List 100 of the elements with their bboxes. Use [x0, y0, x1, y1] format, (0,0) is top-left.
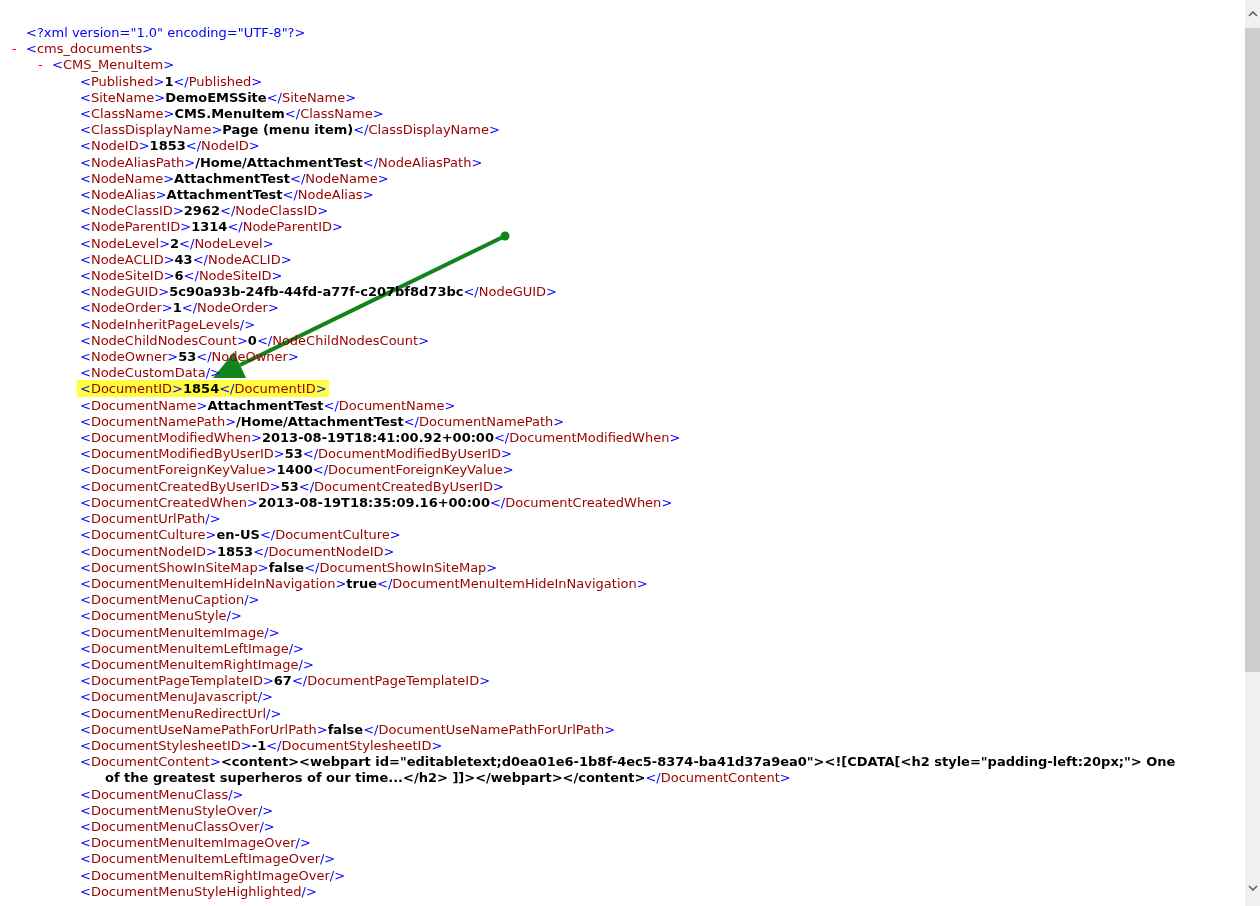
- xml-tag: <DocumentNamePath>: [80, 413, 237, 429]
- element-value: 1: [164, 73, 174, 89]
- xml-tag: <DocumentMenuClass/>: [80, 786, 244, 802]
- xml-tag: </NodeAliasPath>: [362, 154, 483, 170]
- xml-tag: <DocumentMenuStyle/>: [80, 608, 242, 624]
- xml-tag: <NodeACLID>: [80, 251, 175, 267]
- xml-tag: <SiteName>: [80, 89, 166, 105]
- xml-tag: <DocumentUrlPath/>: [80, 511, 221, 527]
- xml-tag: <NodeClassID>: [80, 203, 184, 219]
- element-value: true: [346, 575, 377, 591]
- xml-tag: </NodeParentID>: [227, 219, 343, 235]
- element-value: 6: [174, 268, 184, 284]
- xml-tag: <NodeAliasPath>: [80, 154, 196, 170]
- xml-tag: </DocumentStylesheetID>: [266, 737, 443, 753]
- xml-tag: </DocumentCreatedByUserID>: [298, 478, 504, 494]
- xml-tag: <DocumentCulture>: [80, 527, 217, 543]
- element-value: false: [268, 559, 305, 575]
- element-value: AttachmentTest: [166, 187, 283, 203]
- xml-tag: </DocumentMenuItemHideInNavigation>: [377, 575, 648, 591]
- xml-tag: <NodeLevel>: [80, 235, 171, 251]
- element-value: 2013-08-19T18:35:09.16+00:00: [257, 494, 490, 510]
- collapse-toggle[interactable]: -: [38, 57, 52, 74]
- scroll-up-icon[interactable]: [1247, 11, 1258, 17]
- scrollbar[interactable]: [1245, 0, 1260, 906]
- xml-tag: <cms_documents>: [26, 41, 154, 58]
- xml-tag: <ClassDisplayName>: [80, 122, 223, 138]
- xml-tag: </NodeLevel>: [179, 235, 274, 251]
- xml-tag: </DocumentForeignKeyValue>: [312, 462, 514, 478]
- xml-tag: </NodeID>: [185, 138, 260, 154]
- xml-tag: <DocumentContent>: [80, 754, 221, 770]
- xml-tag: <NodeOrder>: [80, 300, 173, 316]
- element-value: CMS.MenuItem: [174, 106, 285, 121]
- xml-tag: <DocumentMenuClassOver/>: [80, 818, 275, 834]
- scroll-down-icon[interactable]: [1247, 885, 1258, 891]
- xml-tag: <DocumentMenuItemLeftImage/>: [80, 640, 304, 656]
- xml-tag: <DocumentMenuJavascript/>: [80, 689, 273, 705]
- xml-tag: <DocumentCreatedWhen>: [80, 494, 258, 510]
- xml-tag: </DocumentName>: [323, 397, 456, 413]
- element-value: Page (menu item): [222, 122, 354, 138]
- element-value: false: [327, 721, 364, 737]
- xml-tag: <DocumentModifiedWhen>: [80, 430, 262, 446]
- xml-tag: </DocumentShowInSiteMap>: [304, 559, 498, 575]
- element-value: 53: [280, 478, 299, 494]
- xml-tag: </ClassName>: [284, 106, 384, 121]
- element-value: 1400: [276, 462, 313, 478]
- xml-tag: <DocumentMenuItemHideInNavigation>: [80, 575, 347, 591]
- element-value: -1: [251, 737, 267, 753]
- xml-tag: <DocumentModifiedByUserID>: [80, 446, 285, 462]
- element-value: AttachmentTest: [207, 397, 324, 413]
- element-value: 1: [172, 300, 182, 316]
- xml-tag: </NodeSiteID>: [183, 268, 283, 284]
- xml-tag: </NodeName>: [290, 170, 389, 186]
- xml-tag: <Published>: [80, 73, 165, 89]
- xml-tag: </DocumentCreatedWhen>: [489, 494, 673, 510]
- xml-tag: <NodeChildNodesCount>: [80, 332, 248, 348]
- element-value: en-US: [216, 527, 260, 543]
- xml-tag: <DocumentCreatedByUserID>: [80, 478, 281, 494]
- xml-tag: <DocumentShowInSiteMap>: [80, 559, 269, 575]
- element-value: 1853: [149, 138, 186, 154]
- xml-tag: </NodeACLID>: [192, 251, 292, 267]
- xml-tag: </NodeAlias>: [282, 187, 374, 203]
- element-value: 1854: [183, 381, 220, 397]
- xml-tag: <NodeAlias>: [80, 187, 167, 203]
- xml-tag: </DocumentCulture>: [259, 527, 401, 543]
- xml-tag: <DocumentMenuRedirectUrl/>: [80, 705, 282, 721]
- xml-tag: <ClassName>: [80, 106, 175, 121]
- xml-tag: <DocumentMenuStyleHighlighted/>: [80, 883, 317, 899]
- xml-tag: </SiteName>: [266, 89, 357, 105]
- xml-tag: </DocumentUseNamePathForUrlPath>: [363, 721, 616, 737]
- xml-tag: </DocumentID>: [219, 381, 327, 397]
- xml-declaration: <?xml version="1.0" encoding="UTF-8"?>: [26, 25, 306, 40]
- xml-tag: <DocumentMenuItemRightImageOver/>: [80, 867, 346, 883]
- xml-tag: </ClassDisplayName>: [353, 122, 500, 138]
- xml-tag: <DocumentForeignKeyValue>: [80, 462, 277, 478]
- xml-tag: <NodeParentID>: [80, 219, 192, 235]
- xml-tag: <NodeOwner>: [80, 349, 179, 365]
- collapse-toggle[interactable]: -: [12, 41, 26, 58]
- element-value: /Home/AttachmentTest: [195, 154, 363, 170]
- xml-tag: <DocumentID>: [80, 381, 183, 397]
- xml-tag: </Published>: [173, 73, 263, 89]
- element-value: 1853: [216, 543, 254, 559]
- xml-tag: <NodeSiteID>: [80, 268, 175, 284]
- element-value: 2: [170, 235, 180, 251]
- xml-tag: <DocumentMenuItemLeftImageOver/>: [80, 851, 336, 867]
- scrollbar-thumb[interactable]: [1245, 28, 1260, 672]
- element-value: 1314: [191, 219, 228, 235]
- xml-tag: <DocumentPageTemplateID>: [80, 673, 274, 689]
- xml-tag: <DocumentNodeID>: [80, 543, 217, 559]
- xml-tag: </NodeClassID>: [220, 203, 329, 219]
- element-value: of the greatest superheros of our time...</h2> ]]></webpart></content>: [105, 770, 646, 786]
- element-value: <content><webpart id="editabletext;d0ea01e6-1b8f-4ec5-8374-ba41d37a9ea0"><![CDATA[<h2 style="padding-left:20px;"> One: [220, 754, 1176, 770]
- xml-tag: </DocumentPageTemplateID>: [291, 673, 491, 689]
- element-value: DemoEMSSite: [165, 89, 267, 105]
- xml-tag: <DocumentMenuStyleOver/>: [80, 802, 274, 818]
- xml-tag: </NodeOrder>: [181, 300, 279, 316]
- xml-tag: </DocumentContent>: [645, 770, 791, 786]
- xml-tag: </NodeGUID>: [463, 284, 557, 300]
- xml-tag: <DocumentMenuCaption/>: [80, 592, 260, 608]
- element-value: /Home/AttachmentTest: [236, 413, 404, 429]
- xml-tag: <DocumentUseNamePathForUrlPath>: [80, 721, 328, 737]
